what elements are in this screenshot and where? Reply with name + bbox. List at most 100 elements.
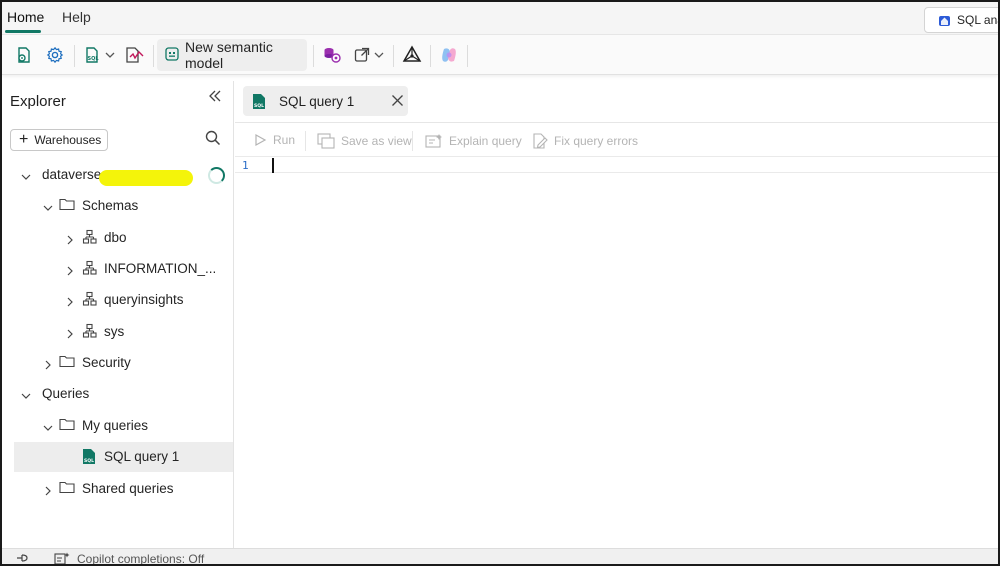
text-cursor [272, 158, 274, 173]
query-editor: SQL SQL query 1 Run Save as view Explain… [235, 81, 998, 548]
schema-icon [82, 291, 98, 307]
tab-help[interactable]: Help [62, 9, 91, 25]
chevron-down-icon [21, 170, 31, 180]
folder-icon [59, 197, 75, 213]
chevron-right-icon [43, 484, 53, 496]
app-window: Home Help SQL ana SQL New semantic model… [0, 0, 1000, 566]
dropdown-chevron-icon[interactable] [373, 43, 385, 67]
ribbon-divider [430, 45, 431, 67]
chevron-right-icon [65, 264, 75, 276]
explain-query-button[interactable]: Explain query [425, 133, 522, 149]
toolbar-divider [412, 131, 413, 151]
sql-file-icon[interactable]: SQL [82, 43, 102, 67]
schema-label: queryinsights [104, 292, 184, 307]
folder-icon [59, 480, 75, 496]
svg-text:SQL: SQL [84, 458, 94, 464]
close-icon[interactable] [391, 94, 404, 110]
semantic-model-icon [165, 46, 179, 64]
new-sql-query-icon[interactable] [14, 43, 34, 67]
fix-errors-icon [533, 133, 548, 149]
schema-label: sys [104, 324, 125, 339]
folder-icon [59, 354, 75, 370]
save-view-icon [317, 133, 335, 149]
dropdown-chevron-icon[interactable] [104, 43, 116, 67]
sql-endpoint-label: SQL ana [957, 13, 1000, 27]
fix-query-errors-button[interactable]: Fix query errors [531, 133, 638, 149]
tab-home[interactable]: Home [7, 9, 44, 25]
tree-item-schema-queryinsights[interactable]: queryinsights [2, 285, 234, 315]
shared-queries-label: Shared queries [82, 481, 174, 496]
editor-toolbar: Run Save as view Explain query Fix query… [235, 122, 998, 158]
database-name: dataverse [42, 167, 102, 182]
ribbon-toolbar: SQL New semantic model [2, 35, 998, 75]
loading-spinner [208, 167, 225, 184]
dataflow-icon[interactable] [321, 43, 343, 67]
connection-icon[interactable] [16, 552, 30, 564]
chevron-right-icon [65, 233, 75, 245]
tree-item-schema-dbo[interactable]: dbo [2, 223, 234, 253]
explain-icon [425, 134, 442, 148]
graph-model-icon[interactable] [401, 43, 423, 67]
settings-gear-icon[interactable] [45, 43, 65, 67]
my-queries-label: My queries [82, 418, 149, 433]
chevron-down-icon [43, 201, 53, 211]
code-editor[interactable]: 1 [235, 156, 998, 173]
copilot-completions-status[interactable]: Copilot completions: Off [77, 552, 204, 564]
schema-icon [82, 229, 98, 245]
collapse-panel-icon[interactable] [208, 89, 228, 109]
explorer-panel: Explorer + Warehouses dataverse Schemas … [2, 81, 234, 548]
open-external-icon[interactable] [352, 43, 372, 67]
active-tab-indicator [5, 30, 41, 33]
warehouse-icon [938, 14, 951, 30]
sql-endpoint-switcher[interactable]: SQL ana [924, 7, 1000, 33]
save-as-view-label: Save as view [341, 134, 412, 148]
chevron-right-icon [43, 358, 53, 370]
copilot-completions-icon[interactable] [54, 552, 70, 564]
svg-text:SQL: SQL [254, 103, 264, 109]
search-icon[interactable] [205, 130, 221, 151]
new-semantic-model-label: New semantic model [185, 39, 273, 71]
tree-item-shared-queries[interactable]: Shared queries [2, 474, 234, 504]
status-bar: Copilot completions: Off [2, 548, 998, 564]
chevron-down-icon [21, 389, 31, 399]
new-semantic-model-button[interactable]: New semantic model [157, 39, 307, 71]
play-icon [255, 133, 267, 147]
visual-query-icon[interactable] [123, 43, 145, 67]
ribbon-divider [393, 45, 394, 67]
schema-icon [82, 323, 98, 339]
security-label: Security [82, 355, 131, 370]
tree-item-security[interactable]: Security [2, 348, 234, 378]
explain-query-label: Explain query [449, 134, 522, 148]
run-label: Run [273, 133, 296, 147]
tree-item-schema-information[interactable]: INFORMATION_... [2, 254, 234, 284]
tree-item-schemas[interactable]: Schemas [2, 191, 234, 221]
schema-label: dbo [104, 230, 127, 245]
schemas-label: Schemas [82, 198, 139, 213]
queries-label: Queries [42, 386, 90, 401]
redaction-highlight [99, 170, 193, 186]
add-warehouses-label: Warehouses [34, 133, 102, 147]
run-button[interactable]: Run [253, 133, 295, 147]
tree-item-my-queries[interactable]: My queries [2, 411, 234, 441]
tree-item-schema-sys[interactable]: sys [2, 317, 234, 347]
sql-query-1-label: SQL query 1 [104, 449, 180, 464]
schema-label: INFORMATION_... [104, 261, 217, 276]
add-warehouses-button[interactable]: + Warehouses [10, 129, 108, 151]
ribbon-divider [153, 45, 154, 67]
line-number: 1 [242, 159, 249, 172]
sql-file-icon: SQL [82, 448, 98, 464]
save-as-view-button[interactable]: Save as view [317, 133, 412, 149]
plus-icon: + [19, 131, 29, 148]
tree-item-queries[interactable]: Queries [2, 379, 234, 409]
tab-sql-query-1[interactable]: SQL SQL query 1 [243, 86, 408, 116]
fix-query-errors-label: Fix query errors [554, 134, 639, 148]
ribbon-divider [74, 45, 75, 67]
schema-icon [82, 260, 98, 276]
explorer-title: Explorer [10, 93, 66, 110]
tree-item-sql-query-1[interactable]: SQL SQL query 1 [14, 442, 233, 472]
chevron-right-icon [65, 327, 75, 339]
ribbon-divider [313, 45, 314, 67]
query-tab-label: SQL query 1 [279, 94, 355, 109]
sql-file-icon: SQL [252, 93, 266, 113]
copilot-icon[interactable] [438, 43, 460, 67]
